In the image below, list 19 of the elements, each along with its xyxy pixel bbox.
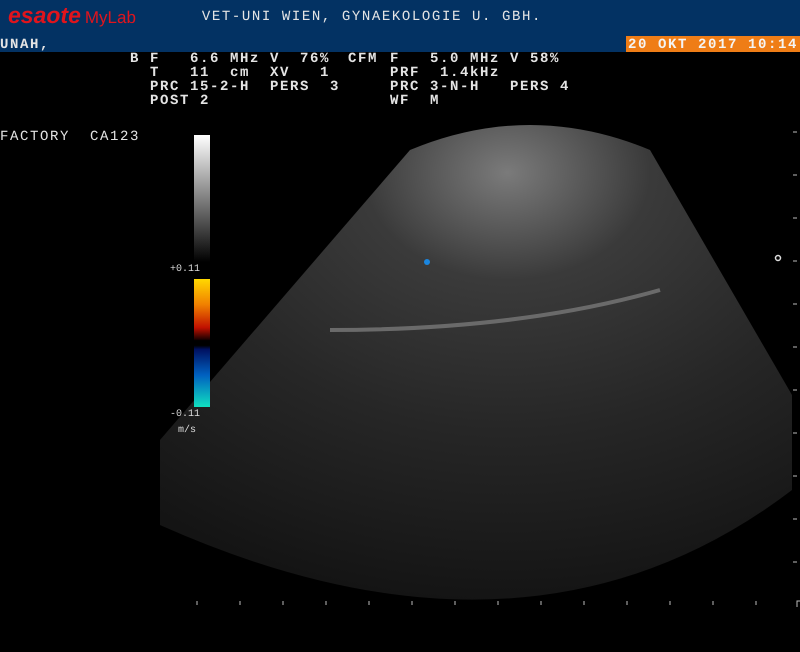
window-title: VET-UNI WIEN, GYNAEKOLOGIE U. GBH. [202,10,542,24]
unit-label: m/s [178,425,196,437]
scale-max-label: +0.11 [170,264,200,276]
preset-name: FACTORY CA123 [0,130,140,147]
patient-name: UNAH, [0,38,50,52]
parameter-text: POST 2 [150,94,212,108]
parameter-text: F 6.6 MHz V 76% [150,52,332,66]
parameter-text: WF M [390,94,442,108]
parameter-text: PRF 1.4kHz [390,66,502,80]
parameter-text: T 11 cm XV 1 [150,66,330,80]
parameter-text: F 5.0 MHz V 58% [390,52,562,66]
scale-min-label: -0.11 [170,409,200,421]
logo: esaote MyLab [7,1,136,30]
date-time: 20 OKT 2017 10:14 [626,36,800,52]
focus-marker-icon [774,254,782,262]
parameter-text: PRC 15-2-H PERS 3 [150,80,340,94]
parameter-text: PRC 3-N-H PERS 4 [390,80,570,94]
mode-label: CFM [348,52,380,66]
mode-label: B [130,52,142,66]
